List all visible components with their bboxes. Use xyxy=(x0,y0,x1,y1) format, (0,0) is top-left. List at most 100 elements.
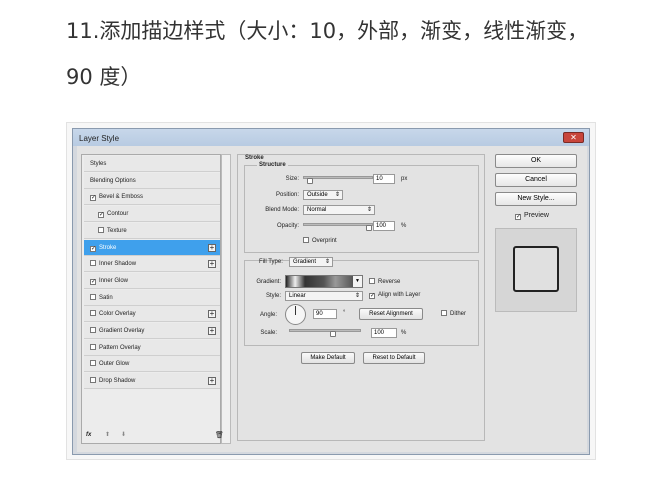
add-icon[interactable]: + xyxy=(208,260,216,269)
blend-mode-value: Normal xyxy=(307,207,327,213)
add-icon[interactable]: + xyxy=(208,310,216,319)
style-item-inner-shadow[interactable]: Inner Shadow + xyxy=(84,256,220,273)
cancel-button[interactable]: Cancel xyxy=(495,173,577,187)
checkbox[interactable]: ✓ xyxy=(98,212,104,219)
blend-mode-label: Blend Mode: xyxy=(265,207,299,213)
checkbox[interactable] xyxy=(303,237,309,243)
style-item-inner-glow[interactable]: ✓ Inner Glow xyxy=(84,272,220,289)
style-item-contour[interactable]: ✓ Contour xyxy=(84,206,220,223)
style-item-texture[interactable]: Texture xyxy=(84,222,220,239)
style-item-label: Stroke xyxy=(99,244,117,251)
dialog-title: Layer Style xyxy=(73,129,589,146)
styles-list: Styles Blending Options ✓ Bevel & Emboss ✓ Co… xyxy=(81,154,221,444)
style-item-label: Texture xyxy=(107,227,127,234)
checkbox[interactable]: ✓ xyxy=(369,293,375,299)
slider-thumb[interactable] xyxy=(307,178,313,184)
checkbox[interactable]: ✓ xyxy=(90,195,96,202)
style-item-label: Contour xyxy=(107,211,129,218)
ok-button[interactable]: OK xyxy=(495,154,577,168)
reset-alignment-button[interactable]: Reset Alignment xyxy=(359,308,423,320)
overprint-checkbox[interactable]: Overprint xyxy=(303,237,337,244)
angle-unit: ° xyxy=(343,310,346,316)
move-down-icon[interactable]: ⬇ xyxy=(121,431,126,438)
angle-dial[interactable] xyxy=(285,304,306,325)
position-value: Outside xyxy=(307,192,328,198)
checkbox[interactable] xyxy=(90,260,96,267)
style-item-gradient-overlay[interactable]: Gradient Overlay + xyxy=(84,323,220,339)
preview-checkbox[interactable]: ✓ Preview xyxy=(515,212,549,220)
checkbox[interactable]: ✓ xyxy=(90,245,96,252)
align-with-layer-checkbox[interactable]: ✓ Align with Layer xyxy=(369,292,420,299)
scale-label: Scale: xyxy=(260,330,277,336)
fx-icon[interactable]: fx xyxy=(86,432,91,438)
layer-style-dialog: Layer Style ✕ Styles Blending Options ✓ Bev… xyxy=(72,128,590,455)
style-select[interactable]: Linear ⇕ xyxy=(285,291,363,301)
move-up-icon[interactable]: ⬆ xyxy=(105,431,110,438)
position-select[interactable]: Outside ⇕ xyxy=(303,190,343,200)
dither-label: Dither xyxy=(450,311,467,317)
style-item-label: Satin xyxy=(99,294,113,301)
style-item-label: Color Overlay xyxy=(99,311,136,318)
style-item-label: Drop Shadow xyxy=(99,378,136,385)
scale-slider[interactable] xyxy=(289,329,361,337)
checkbox[interactable] xyxy=(90,360,96,367)
checkbox[interactable] xyxy=(441,310,447,316)
slider-thumb[interactable] xyxy=(366,225,372,231)
style-item-label: Inner Glow xyxy=(99,277,129,284)
gradient-picker[interactable]: ▼ xyxy=(285,275,363,288)
style-item-bevel-emboss[interactable]: ✓ Bevel & Emboss xyxy=(84,189,220,206)
reverse-checkbox[interactable]: Reverse xyxy=(369,278,400,285)
checkbox[interactable] xyxy=(90,310,96,317)
style-item-label: Gradient Overlay xyxy=(99,328,145,334)
fill-type-select[interactable]: Gradient ⇕ xyxy=(289,257,333,267)
style-item-outer-glow[interactable]: Outer Glow xyxy=(84,356,220,373)
style-item-blending-options[interactable]: Blending Options xyxy=(84,172,220,189)
checkbox[interactable] xyxy=(90,327,96,333)
style-item-label: Inner Shadow xyxy=(99,261,137,268)
close-icon[interactable]: ✕ xyxy=(563,132,584,143)
reset-to-default-button[interactable]: Reset to Default xyxy=(363,352,425,364)
style-item-stroke[interactable]: ✓ Stroke + xyxy=(84,239,220,256)
blend-mode-select[interactable]: Normal ⇕ xyxy=(303,205,375,215)
slider-thumb[interactable] xyxy=(330,331,336,337)
gradient-label: Gradient: xyxy=(256,279,281,285)
checkbox[interactable] xyxy=(90,343,96,350)
list-scrollbar[interactable] xyxy=(221,154,231,444)
dither-checkbox[interactable]: Dither xyxy=(441,310,466,317)
add-icon[interactable]: + xyxy=(208,243,216,252)
opacity-slider[interactable] xyxy=(303,223,373,231)
style-item-label: Bevel & Emboss xyxy=(99,194,144,201)
style-item-label: Pattern Overlay xyxy=(99,344,141,351)
style-item-color-overlay[interactable]: Color Overlay + xyxy=(84,306,220,323)
scale-input[interactable]: 100 xyxy=(371,328,397,338)
size-slider[interactable] xyxy=(303,176,373,184)
checkbox[interactable] xyxy=(369,278,375,284)
preview-label: Preview xyxy=(524,212,549,219)
style-item-drop-shadow[interactable]: Drop Shadow + xyxy=(84,373,220,390)
checkbox[interactable]: ✓ xyxy=(515,214,521,220)
checkbox[interactable] xyxy=(98,226,104,233)
checkbox[interactable] xyxy=(90,293,96,300)
trash-icon[interactable]: 🗑 xyxy=(215,431,224,439)
make-default-button[interactable]: Make Default xyxy=(301,352,355,364)
opacity-input[interactable]: 100 xyxy=(373,221,395,231)
fill-type-label: Fill Type: xyxy=(259,259,283,265)
position-label: Position: xyxy=(275,192,299,198)
size-input[interactable]: 10 xyxy=(373,174,395,184)
size-label: Size: xyxy=(285,176,299,182)
checkbox[interactable]: ✓ xyxy=(90,278,96,285)
style-item-label: Outer Glow xyxy=(99,361,130,368)
style-item-satin[interactable]: Satin xyxy=(84,289,220,306)
fill-type-value: Gradient xyxy=(293,259,317,265)
angle-input[interactable]: 90 xyxy=(313,309,337,319)
new-style-button[interactable]: New Style... xyxy=(495,192,577,206)
style-item-pattern-overlay[interactable]: Pattern Overlay xyxy=(84,339,220,356)
style-item-label: Styles xyxy=(90,161,107,167)
style-item-styles[interactable]: Styles xyxy=(84,156,220,172)
reverse-label: Reverse xyxy=(378,279,401,285)
step-heading: 11.添加描边样式（大小：10，外部，渐变，线性渐变，90 度） xyxy=(66,19,589,89)
stroke-title: Stroke xyxy=(245,155,264,161)
checkbox[interactable] xyxy=(90,377,96,384)
add-icon[interactable]: + xyxy=(208,377,216,386)
add-icon[interactable]: + xyxy=(208,327,216,335)
